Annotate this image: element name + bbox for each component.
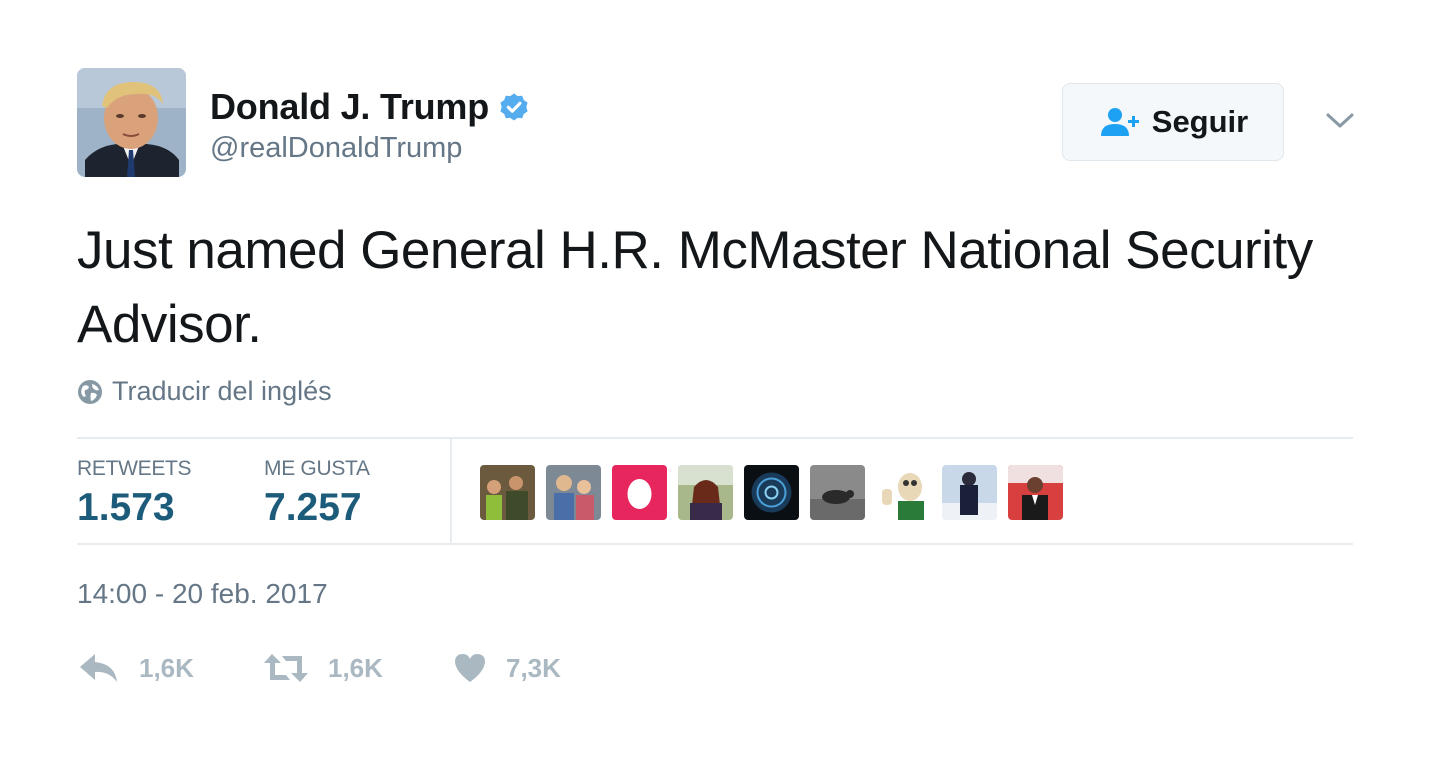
- tweet-stats: RETWEETS 1.573 ME GUSTA 7.257: [77, 437, 1353, 545]
- retweet-count: 1,6K: [328, 652, 383, 683]
- liker-avatar-4[interactable]: [678, 465, 733, 520]
- heart-icon: [452, 650, 488, 686]
- liker-avatar-1[interactable]: [480, 465, 535, 520]
- translate-label: Traducir del inglés: [112, 376, 332, 406]
- liker-avatar-3-egg[interactable]: [612, 465, 667, 520]
- reply-icon: [77, 650, 121, 686]
- display-name[interactable]: Donald J. Trump: [210, 86, 489, 128]
- liker-avatar-7[interactable]: [876, 465, 931, 520]
- likes-stat[interactable]: ME GUSTA 7.257: [264, 457, 370, 530]
- translate-link[interactable]: Traducir del inglés: [77, 376, 332, 407]
- tweet-timestamp[interactable]: 14:00 - 20 feb. 2017: [77, 578, 328, 610]
- like-count: 7,3K: [506, 652, 561, 683]
- liker-avatar-6[interactable]: [810, 465, 865, 520]
- retweets-stat[interactable]: RETWEETS 1.573: [77, 457, 192, 530]
- like-button[interactable]: 7,3K: [452, 650, 561, 686]
- retweets-label: RETWEETS: [77, 457, 192, 480]
- liker-avatar-5[interactable]: [744, 465, 799, 520]
- follow-user-icon: [1098, 106, 1142, 138]
- likes-value: 7.257: [264, 486, 362, 529]
- follow-button-label: Seguir: [1151, 104, 1249, 139]
- user-name-row: Donald J. Trump: [210, 84, 531, 130]
- follow-button[interactable]: Seguir: [1062, 83, 1284, 161]
- liker-avatar-2[interactable]: [546, 465, 601, 520]
- liker-avatar-8[interactable]: [942, 465, 997, 520]
- globe-icon: [77, 379, 103, 405]
- avatar[interactable]: [77, 68, 186, 177]
- verified-badge-icon: [497, 90, 531, 124]
- tweet-text: Just named General H.R. McMaster Nationa…: [77, 221, 1313, 354]
- stats-divider: [450, 439, 452, 543]
- liker-avatar-9[interactable]: [1008, 465, 1063, 520]
- retweets-value: 1.573: [77, 486, 175, 529]
- retweet-icon: [262, 650, 310, 686]
- retweet-button[interactable]: 1,6K: [262, 650, 383, 686]
- liker-avatars: [480, 465, 1074, 520]
- reply-button[interactable]: 1,6K: [77, 650, 194, 686]
- likes-label: ME GUSTA: [264, 457, 370, 480]
- reply-count: 1,6K: [139, 652, 194, 683]
- chevron-down-icon[interactable]: [1322, 108, 1358, 134]
- user-handle[interactable]: @realDonaldTrump: [210, 132, 462, 165]
